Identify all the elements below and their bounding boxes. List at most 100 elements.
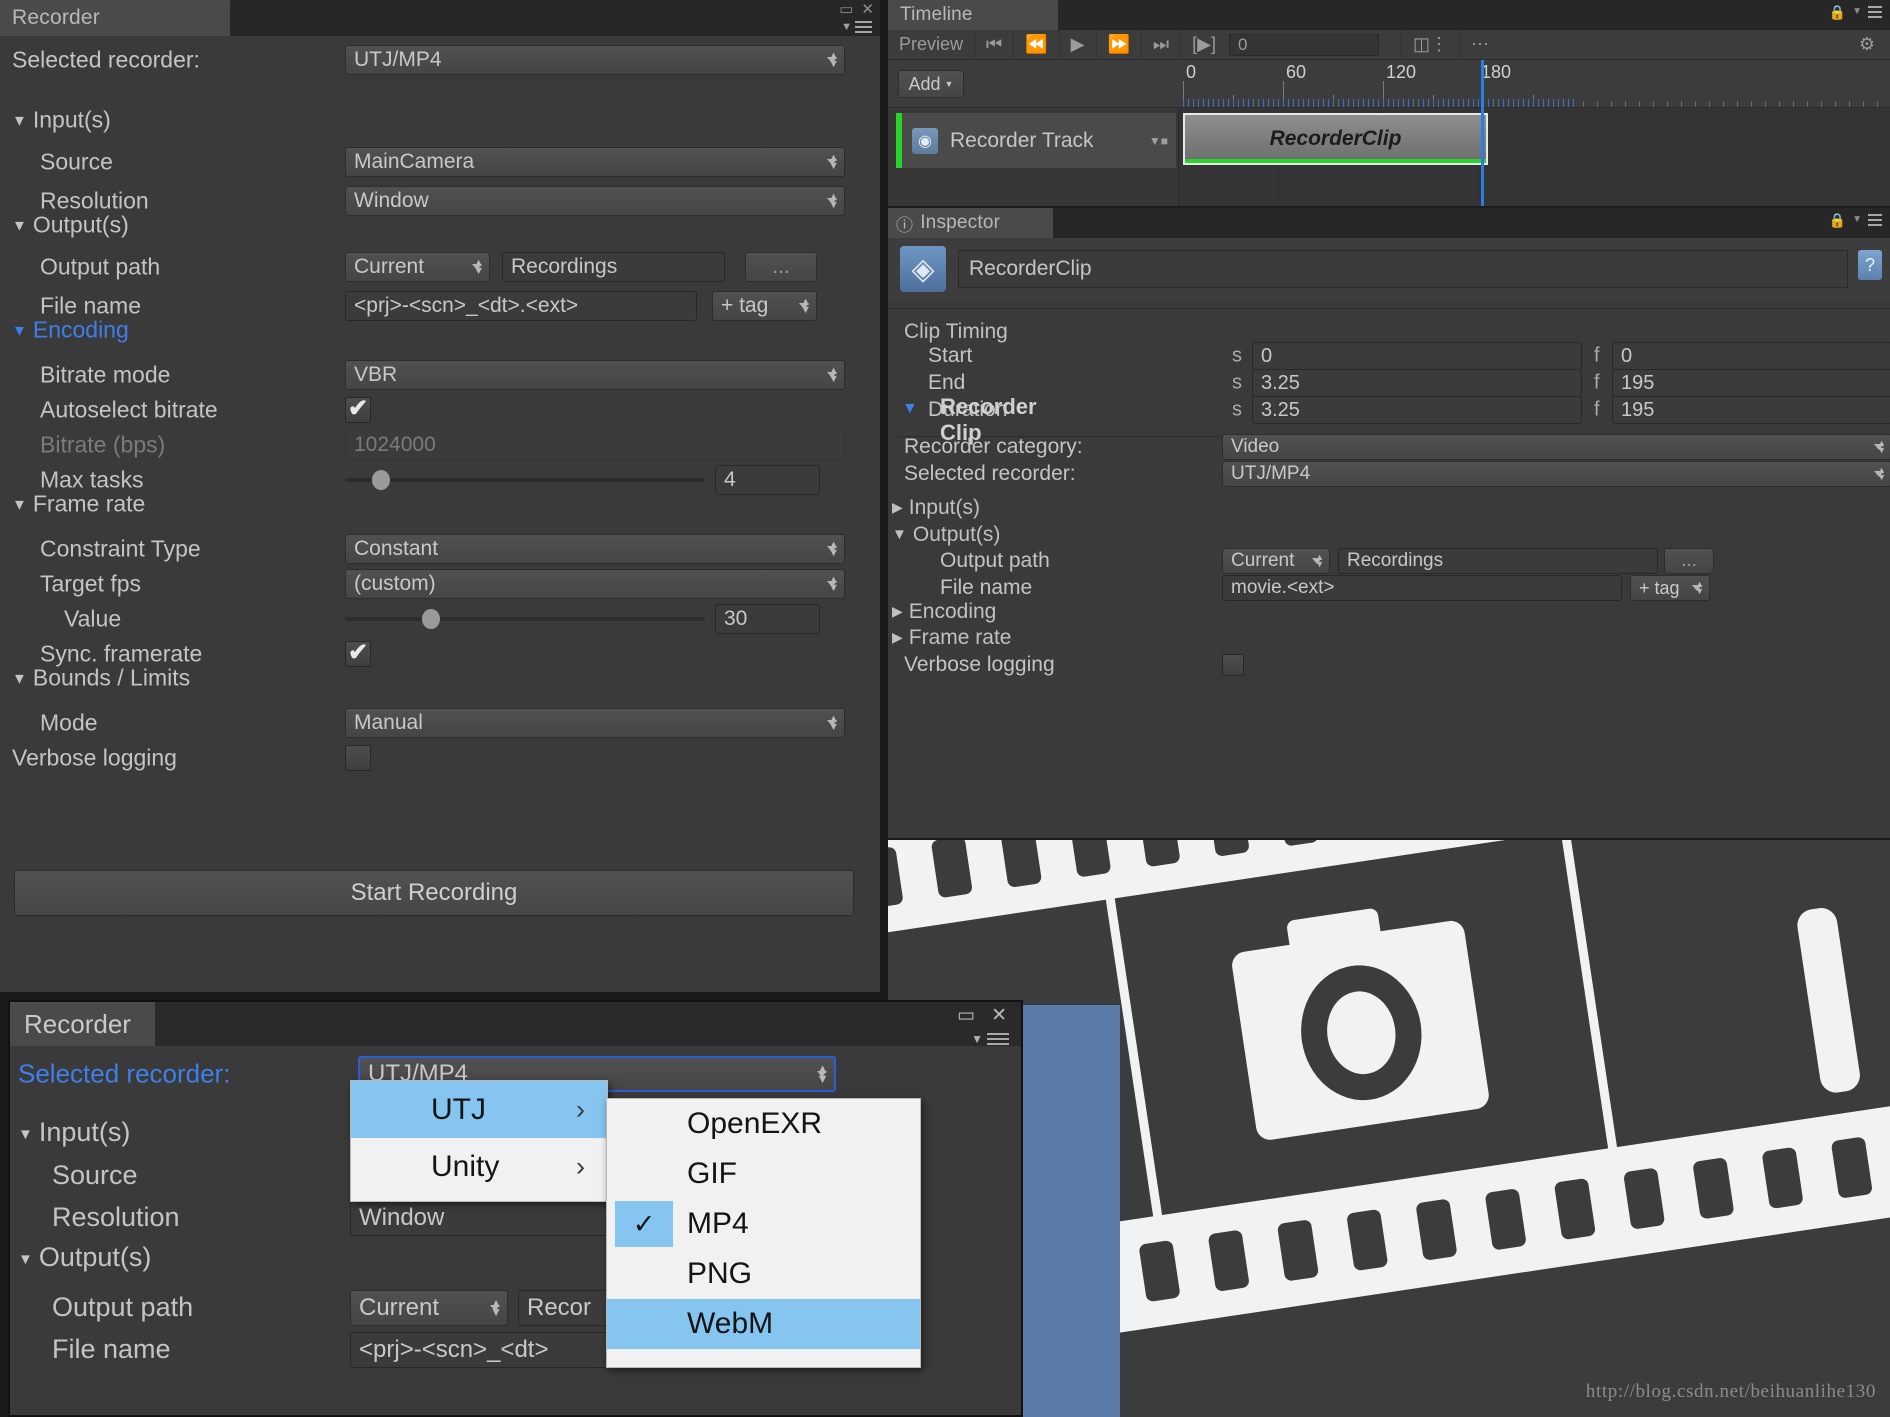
insp-file-name-input[interactable]: movie.<ext> <box>1222 575 1622 601</box>
recorder2-inputs-foldout[interactable]: Input(s) <box>18 1117 131 1148</box>
menu-item-openexr[interactable]: OpenEXR <box>607 1099 920 1149</box>
autoselect-bitrate-checkbox[interactable] <box>345 394 371 423</box>
object-name-input[interactable]: RecorderClip <box>958 250 1848 288</box>
start-recording-button[interactable]: Start Recording <box>14 870 854 916</box>
row-insp-file-name: File name movie.<ext> + tag ▲ ▼ <box>904 571 1874 605</box>
constraint-type-dropdown[interactable]: Constant ▲ ▼ <box>345 534 845 564</box>
preview-label[interactable]: Preview <box>888 30 974 60</box>
row-insp-selected-recorder: Selected recorder: UTJ/MP4 ▲ ▼ <box>904 457 1890 491</box>
next-frame-icon[interactable]: ⏩ <box>1097 30 1141 60</box>
insp-inputs-foldout[interactable]: Input(s) <box>892 496 980 520</box>
inspector-window-controls[interactable]: 🔒 ▼ <box>1829 211 1882 229</box>
clip-duration-seconds-input[interactable]: 3.25 <box>1252 396 1582 424</box>
recorder-menu-level-2[interactable]: OpenEXR GIF ✓ MP4 PNG WebM <box>606 1098 921 1368</box>
insp-selected-recorder-dropdown[interactable]: UTJ/MP4 ▲ ▼ <box>1222 461 1890 487</box>
target-fps-dropdown[interactable]: (custom) ▲ ▼ <box>345 569 845 599</box>
fps-value-slider[interactable] <box>345 609 705 629</box>
outputs-foldout[interactable]: Output(s) <box>12 212 129 239</box>
menu-item-unity[interactable]: Unity › <box>351 1138 607 1195</box>
track-mode-icon[interactable]: ◫⋮ <box>1402 30 1459 60</box>
recorder2-output-path-mode-dropdown[interactable]: Current ▲ ▼ <box>350 1290 508 1326</box>
tab-recorder[interactable]: Recorder <box>0 0 230 36</box>
recorder-window: Recorder ▭ ✕ ▼ Selected recorder: UTJ/MP… <box>0 0 880 992</box>
hamburger-icon[interactable] <box>1868 211 1882 229</box>
clip-duration-frames-input[interactable]: 195 <box>1612 396 1890 424</box>
slider-knob[interactable] <box>422 609 440 629</box>
tab-inspector[interactable]: ⓘ Inspector <box>888 208 1053 238</box>
chevron-updown-icon: ▲ ▼ <box>1695 579 1704 596</box>
timeline-track-recorder[interactable]: ◉ Recorder Track ▼■ <box>896 113 1176 168</box>
insp-frame-rate-foldout[interactable]: Frame rate <box>892 626 1012 650</box>
output-path-mode-dropdown[interactable]: Current ▲ ▼ <box>345 252 490 282</box>
bounds-foldout[interactable]: Bounds / Limits <box>12 665 190 692</box>
timeline-clip-recorderclip[interactable]: RecorderClip <box>1183 113 1488 165</box>
window-controls[interactable]: ▭ ✕ <box>839 2 874 17</box>
menu-item-png[interactable]: PNG <box>607 1249 920 1299</box>
menu-item-gif[interactable]: GIF <box>607 1149 920 1199</box>
first-frame-icon[interactable]: ⏮ <box>975 30 1013 60</box>
recorder2-window-controls[interactable]: ▭ ✕ <box>957 1004 1007 1027</box>
recorder-menu-level-1[interactable]: UTJ › Unity › <box>350 1080 608 1202</box>
timeline-clip-area[interactable]: RecorderClip <box>1178 60 1890 206</box>
help-icon-glyph: ? <box>1864 254 1875 275</box>
maximize-icon[interactable]: ▭ <box>839 2 853 17</box>
section-frame-rate[interactable]: Frame rate <box>12 482 868 526</box>
inspector-window: ⓘ Inspector 🔒 ▼ ◈ RecorderClip ? Clip Ti… <box>888 208 1890 838</box>
output-path-input[interactable]: Recordings <box>502 252 725 282</box>
selected-recorder-dropdown[interactable]: UTJ/MP4 ▲ ▼ <box>345 45 845 75</box>
hamburger-icon[interactable] <box>1868 3 1882 21</box>
source-dropdown[interactable]: MainCamera ▲ ▼ <box>345 147 845 177</box>
insp-encoding-foldout[interactable]: Encoding <box>892 600 997 624</box>
bitrate-mode-dropdown[interactable]: VBR ▲ ▼ <box>345 360 845 390</box>
previous-frame-icon[interactable]: ⏪ <box>1014 30 1058 60</box>
add-track-button[interactable]: Add ▼ <box>898 70 964 98</box>
help-icon[interactable]: ? <box>1858 250 1882 280</box>
timeline-frame-input[interactable]: 0 <box>1228 33 1379 56</box>
insp-file-name-tag-dropdown[interactable]: + tag ▲ ▼ <box>1630 575 1710 601</box>
tab-timeline[interactable]: Timeline <box>888 0 1058 30</box>
insp-browse-label: ... <box>1681 550 1697 571</box>
track-menu-icon[interactable]: ▼■ <box>1149 134 1168 148</box>
frame-rate-foldout[interactable]: Frame rate <box>12 491 145 518</box>
section-inputs[interactable]: Input(s) <box>12 98 868 142</box>
play-icon[interactable]: ▶ <box>1060 30 1096 60</box>
tab-recorder-2[interactable]: Recorder <box>10 1002 155 1046</box>
close-icon[interactable]: ✕ <box>861 2 874 17</box>
hamburger-icon[interactable] <box>855 18 872 36</box>
timeline-window-controls[interactable]: 🔒 ▼ <box>1829 3 1882 21</box>
lock-icon[interactable]: 🔒 <box>1829 213 1846 227</box>
timeline-playhead[interactable] <box>1481 60 1484 206</box>
fps-value-input[interactable]: 30 <box>715 604 820 634</box>
lock-icon[interactable]: 🔒 <box>1829 5 1846 19</box>
bounds-mode-dropdown[interactable]: Manual ▲ ▼ <box>345 708 845 738</box>
menu-item-mp4[interactable]: ✓ MP4 <box>607 1199 920 1249</box>
recorder2-outputs-foldout[interactable]: Output(s) <box>18 1242 152 1273</box>
maximize-icon[interactable]: ▭ <box>957 1004 975 1027</box>
insp-verbose-logging-checkbox[interactable] <box>1222 654 1244 676</box>
chevron-down-icon[interactable]: ▼ <box>902 400 918 418</box>
chevron-updown-icon: ▲ ▼ <box>828 574 839 594</box>
watermark-url: http://blog.csdn.net/beihuanlihe130 <box>1585 1381 1876 1402</box>
options-icon[interactable]: ⋯ <box>1460 30 1500 60</box>
output-path-browse-button[interactable]: ... <box>745 252 817 282</box>
settings-gear-icon[interactable]: ⚙ <box>1848 30 1886 60</box>
section-outputs[interactable]: Output(s) <box>12 203 868 247</box>
verbose-logging-checkbox[interactable] <box>345 745 371 771</box>
row-insp-verbose-logging: Verbose logging <box>904 648 1874 682</box>
recorder2-titlebar <box>10 1002 1021 1046</box>
ruler-tick-label: 180 <box>1481 62 1512 82</box>
close-icon[interactable]: ✕ <box>991 1004 1007 1027</box>
play-range-icon[interactable]: [▶] <box>1181 30 1227 60</box>
panel-menu[interactable]: ▼ <box>841 18 872 36</box>
screenshot-root: Recorder ▭ ✕ ▼ Selected recorder: UTJ/MP… <box>0 0 1890 1417</box>
menu-item-webm[interactable]: WebM <box>607 1299 920 1349</box>
timeline-ruler[interactable]: 0 60 120 180 <box>1178 60 1890 108</box>
menu-item-utj[interactable]: UTJ › <box>351 1081 607 1138</box>
inputs-foldout[interactable]: Input(s) <box>12 107 111 134</box>
chevron-down-icon: ▼ <box>1852 6 1862 17</box>
last-frame-icon[interactable]: ⏭ <box>1142 30 1180 60</box>
encoding-foldout[interactable]: Encoding <box>12 317 129 344</box>
autoselect-bitrate-label: Autoselect bitrate <box>40 396 218 423</box>
section-encoding[interactable]: Encoding <box>12 308 868 352</box>
section-bounds[interactable]: Bounds / Limits <box>12 656 868 700</box>
